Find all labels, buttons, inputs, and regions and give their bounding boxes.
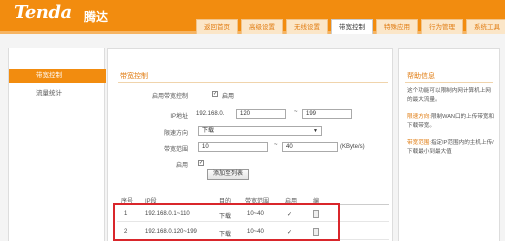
bandwidth-min-input[interactable]: 10 (198, 142, 268, 152)
help-divider (405, 82, 493, 83)
tab-behavior[interactable]: 行为管理 (421, 19, 463, 34)
tab-wireless[interactable]: 无线设置 (286, 19, 328, 34)
sidebar-item-bandwidth[interactable]: 带宽控制 (9, 69, 106, 83)
enable-control-option: 启用 (222, 94, 235, 100)
direction-value: 下载 (202, 128, 215, 134)
section-divider (118, 82, 388, 83)
ip-end-input[interactable]: 199 (302, 109, 352, 119)
direction-select[interactable]: 下载 ▼ (198, 126, 322, 136)
tenda-logo-cn: 腾达 (84, 10, 109, 24)
help-panel: 帮助信息 这个功能可以限制内网计算机上网的最大流量。 限速方向:限制WAN口的上… (398, 48, 500, 241)
main-nav-tabs: 返回首页 高级设置 无线设置 带宽控制 特殊应用 行为管理 系统工具 (196, 19, 505, 34)
help-intro: 这个功能可以限制内网计算机上网的最大流量。 (407, 88, 491, 103)
help-range: 带宽范围:指定IP范围内的主机上传/下载最小到最大值 (407, 139, 495, 156)
enable-control-label: 启用带宽控制 (151, 94, 188, 100)
help-direction: 限速方向:限制WAN口的上传带宽和下载带宽。 (407, 113, 495, 130)
ip-start-input[interactable]: 120 (236, 109, 286, 119)
enable-checkbox[interactable]: ✓ (198, 160, 204, 166)
ip-label: IP地址 (170, 114, 188, 120)
enable-control-checkbox[interactable]: ✓ (212, 91, 218, 97)
tab-tools[interactable]: 系统工具 (466, 19, 505, 34)
tab-home[interactable]: 返回首页 (196, 19, 238, 34)
help-direction-label: 限速方向: (407, 114, 431, 120)
direction-label: 限速方向 (163, 131, 188, 137)
bandwidth-max-input[interactable]: 40 (282, 142, 338, 152)
enable-label: 启用 (175, 163, 188, 169)
tab-advanced[interactable]: 高级设置 (241, 19, 283, 34)
tab-special[interactable]: 特殊应用 (376, 19, 418, 34)
help-title: 帮助信息 (407, 73, 435, 80)
sidebar: 带宽控制 流量统计 (8, 48, 106, 241)
tenda-logo: Tenda (14, 2, 72, 23)
bandwidth-unit: (KByte/s) (340, 144, 365, 150)
bandwidth-separator: ~ (274, 142, 278, 148)
help-range-label: 带宽范围: (407, 140, 431, 146)
sidebar-item-traffic[interactable]: 流量统计 (9, 87, 106, 101)
tab-bandwidth[interactable]: 带宽控制 (331, 19, 373, 34)
add-to-list-button[interactable]: 添加至列表 (207, 169, 249, 180)
highlight-box (113, 203, 340, 241)
ip-separator: ~ (294, 109, 298, 115)
ip-prefix: 192.168.0. (196, 111, 225, 117)
bandwidth-label: 带宽范围 (163, 147, 188, 153)
dropdown-arrow-icon: ▼ (313, 128, 318, 134)
section-title: 带宽控制 (120, 73, 148, 80)
